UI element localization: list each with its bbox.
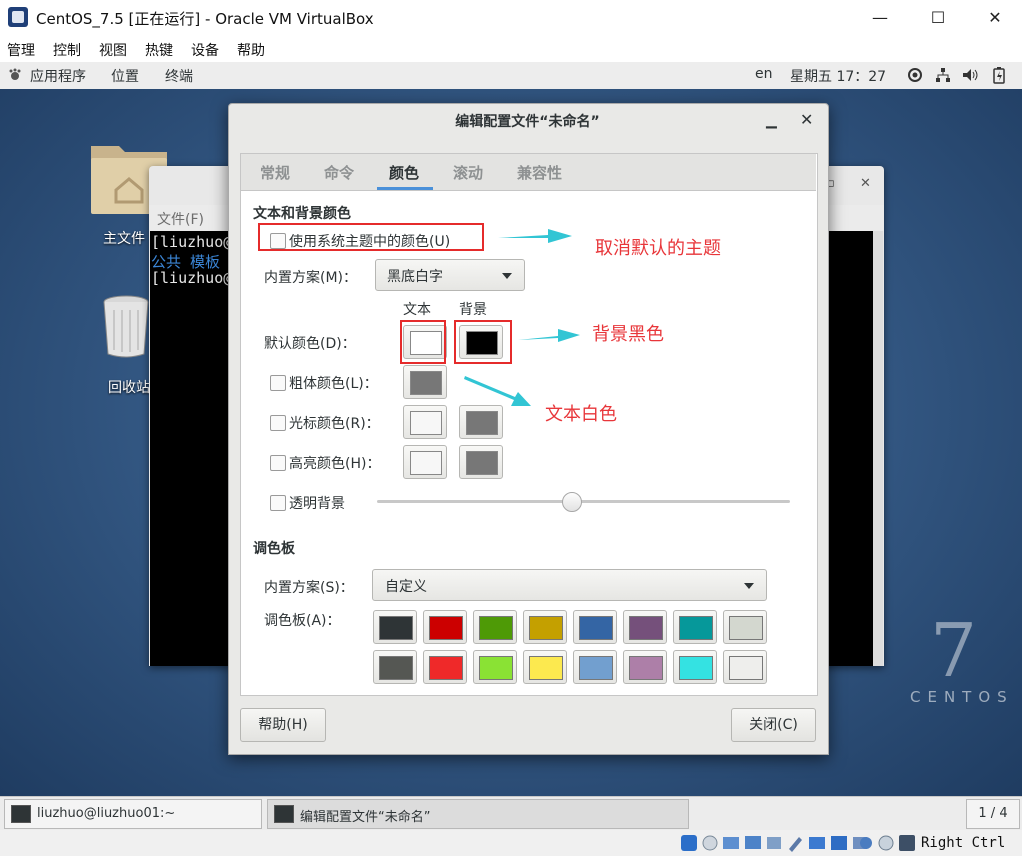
vbox-device-icons — [681, 834, 917, 856]
annotation-arrows — [464, 229, 580, 406]
annotation-uncheck-theme: 取消默认的主题 — [595, 238, 721, 259]
task-preferences[interactable]: 编辑配置文件“未命名” — [267, 799, 689, 829]
annotation-text-white: 文本白色 — [545, 404, 617, 425]
task-preferences-label: 编辑配置文件“未命名” — [300, 810, 431, 825]
task-terminal-label: liuzhuo@liuzhuo01:~ — [37, 806, 176, 821]
host-key-label: Right Ctrl — [921, 835, 1006, 851]
annotation-arrow — [464, 376, 531, 406]
workspace-indicator: 1 / 4 — [978, 806, 1008, 821]
terminal-icon — [11, 805, 31, 823]
task-terminal[interactable]: liuzhuo@liuzhuo01:~ — [4, 799, 262, 829]
annotation-arrow — [498, 229, 572, 243]
workspace-switcher[interactable]: 1 / 4 — [966, 799, 1020, 829]
terminal-icon — [274, 805, 294, 823]
annotation-bg-black: 背景黑色 — [592, 324, 664, 345]
annotation-arrow — [518, 329, 580, 342]
